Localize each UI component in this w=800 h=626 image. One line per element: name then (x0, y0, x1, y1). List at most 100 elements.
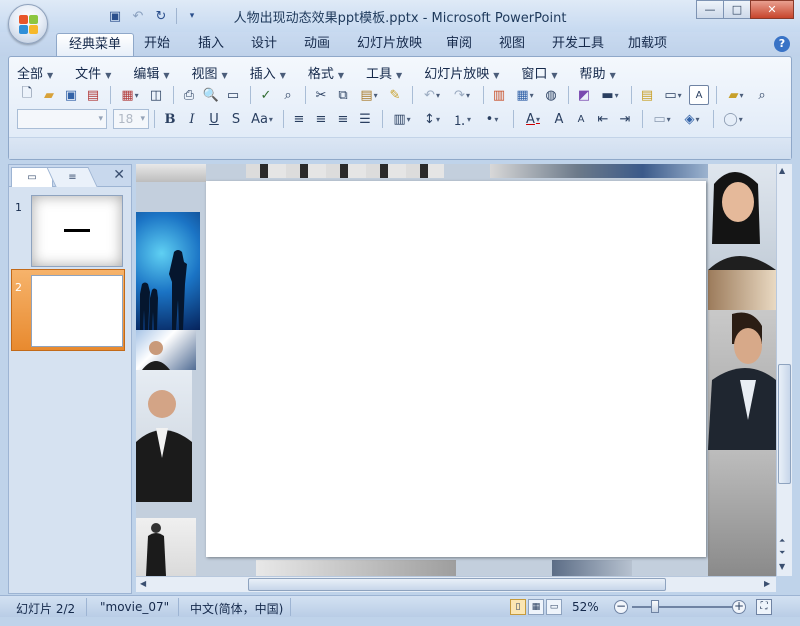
horizontal-scrollbar[interactable]: ◀ ▶ (136, 576, 776, 592)
shape-fill-icon[interactable]: ◯ (719, 109, 747, 129)
undo-icon[interactable]: ↶ (418, 85, 446, 105)
zoom-slider[interactable] (632, 606, 732, 608)
decrease-font-icon[interactable]: A (571, 109, 591, 129)
menu-tools[interactable]: 工具 ▼ (366, 63, 402, 82)
vertical-scroll-thumb[interactable] (778, 364, 791, 484)
zoom-out-icon[interactable]: − (614, 600, 628, 614)
maximize-button[interactable]: □ (723, 0, 751, 19)
slide-layout-icon[interactable]: ▭ (659, 85, 687, 105)
bold-icon[interactable]: B (160, 109, 180, 129)
tab-design[interactable]: 设计 (239, 33, 289, 56)
tab-developer[interactable]: 开发工具 (540, 33, 616, 56)
increase-font-icon[interactable]: A (549, 109, 569, 129)
next-slide-icon[interactable]: ⏷ (779, 548, 785, 558)
format-painter-icon[interactable]: ✎ (385, 85, 405, 105)
clip-art-icon[interactable]: ◍ (541, 85, 561, 105)
close-button[interactable]: ✕ (750, 0, 794, 19)
tab-view[interactable]: 视图 (487, 33, 537, 56)
columns-icon[interactable]: ▥ (388, 109, 416, 129)
new-slide-icon[interactable]: ▤ (637, 85, 657, 105)
menu-all[interactable]: 全部 ▼ (17, 63, 53, 82)
justify-icon[interactable]: ☰ (355, 109, 375, 129)
save-icon[interactable]: ▣ (61, 85, 81, 105)
redo-icon[interactable]: ↷ (448, 85, 476, 105)
menu-window[interactable]: 窗口 ▼ (521, 63, 557, 82)
decrease-indent-icon[interactable]: ⇤ (593, 109, 613, 129)
normal-view-icon[interactable]: ▯ (510, 599, 526, 615)
font-color-icon[interactable]: A (519, 109, 547, 129)
menu-view[interactable]: 视图 ▼ (192, 63, 228, 82)
color-grayscale-icon[interactable]: ▬ (596, 85, 624, 105)
italic-icon[interactable]: I (182, 109, 202, 129)
fit-to-window-icon[interactable]: ⛶ (756, 599, 772, 615)
tab-insert[interactable]: 插入 (186, 33, 236, 56)
align-center-icon[interactable]: ≡ (311, 109, 331, 129)
zoom-icon[interactable]: ⌕ (752, 85, 772, 105)
tab-review[interactable]: 审阅 (434, 33, 484, 56)
vertical-scrollbar[interactable]: ▲ ⏶ ⏷ ▼ (776, 164, 792, 576)
align-right-icon[interactable]: ≡ (333, 109, 353, 129)
shapes-icon[interactable]: ▭ (648, 109, 676, 129)
scroll-right-icon[interactable]: ▶ (764, 579, 770, 588)
tab-classic-menu[interactable]: 经典菜单 (56, 33, 135, 56)
new-document-icon[interactable]: 🗋 (17, 85, 37, 105)
slide-sorter-view-icon[interactable]: ▦ (528, 599, 544, 615)
paste-icon[interactable]: ▤ (355, 85, 383, 105)
menu-file[interactable]: 文件 ▼ (75, 63, 111, 82)
panel-close-icon[interactable]: ✕ (113, 167, 125, 183)
scroll-down-icon[interactable]: ▼ (779, 562, 785, 571)
increase-indent-icon[interactable]: ⇥ (615, 109, 635, 129)
tab-animations[interactable]: 动画 (292, 33, 342, 56)
minimize-button[interactable]: — (696, 0, 724, 19)
tab-outline-view[interactable]: ≡ (46, 167, 98, 187)
shadow-icon[interactable]: S (226, 109, 246, 129)
print-icon[interactable]: ⎙ (179, 85, 199, 105)
zoom-level[interactable]: 52% (572, 600, 599, 614)
menu-insert[interactable]: 插入 ▼ (250, 63, 286, 82)
language-indicator[interactable]: 中文(简体，中国) (190, 600, 283, 617)
picture-icon[interactable]: ◩ (574, 85, 594, 105)
zoom-slider-knob[interactable] (651, 600, 659, 613)
line-spacing-icon[interactable]: ↕ (418, 109, 446, 129)
office-button[interactable] (8, 4, 48, 44)
change-case-icon[interactable]: Aa (248, 109, 276, 129)
print-preview-doc-icon[interactable]: 🔍 (201, 85, 221, 105)
slide-thumbnail-2[interactable] (31, 275, 123, 347)
tab-home[interactable]: 开始 (132, 33, 182, 56)
slide-show-icon[interactable]: ▭ (223, 85, 243, 105)
research-icon[interactable]: ⌕ (278, 85, 298, 105)
zoom-in-icon[interactable]: + (732, 600, 746, 614)
text-box-icon[interactable]: A (689, 85, 709, 105)
slide-thumbnail-1[interactable] (31, 195, 123, 267)
table-icon[interactable]: ▦ (511, 85, 539, 105)
current-slide[interactable] (206, 181, 706, 557)
font-name-box[interactable] (17, 109, 107, 129)
align-left-icon[interactable]: ≡ (289, 109, 309, 129)
tab-slides-view[interactable]: ▭ (11, 167, 53, 187)
menu-slideshow[interactable]: 幻灯片放映 ▼ (424, 63, 499, 82)
help-icon[interactable]: ? (774, 36, 790, 52)
open-folder-icon[interactable]: ▰ (39, 85, 59, 105)
tab-slideshow[interactable]: 幻灯片放映 (345, 33, 434, 56)
tab-addins[interactable]: 加载项 (616, 33, 679, 56)
design-template-icon[interactable]: ▰ (722, 85, 750, 105)
copy-icon[interactable]: ⧉ (333, 85, 353, 105)
print-preview-icon[interactable]: ▦ (116, 85, 144, 105)
chart-icon[interactable]: ▥ (489, 85, 509, 105)
slideshow-view-icon[interactable]: ▭ (546, 599, 562, 615)
font-size-box[interactable]: 18 (113, 109, 149, 129)
bullets-icon[interactable]: • (478, 109, 506, 129)
permission-icon[interactable]: ▤ (83, 85, 103, 105)
scroll-up-icon[interactable]: ▲ (779, 166, 785, 175)
scroll-left-icon[interactable]: ◀ (140, 579, 146, 588)
spelling-icon[interactable]: ✓ (256, 85, 276, 105)
menu-edit[interactable]: 编辑 ▼ (133, 63, 169, 82)
previous-slide-icon[interactable]: ⏶ (779, 536, 785, 546)
underline-icon[interactable]: U (204, 109, 224, 129)
cut-icon[interactable]: ✂ (311, 85, 331, 105)
horizontal-scroll-thumb[interactable] (248, 578, 666, 591)
numbering-icon[interactable]: ⒈ (448, 109, 476, 129)
menu-format[interactable]: 格式 ▼ (308, 63, 344, 82)
menu-help[interactable]: 帮助 ▼ (580, 63, 616, 82)
publish-icon[interactable]: ◫ (146, 85, 166, 105)
